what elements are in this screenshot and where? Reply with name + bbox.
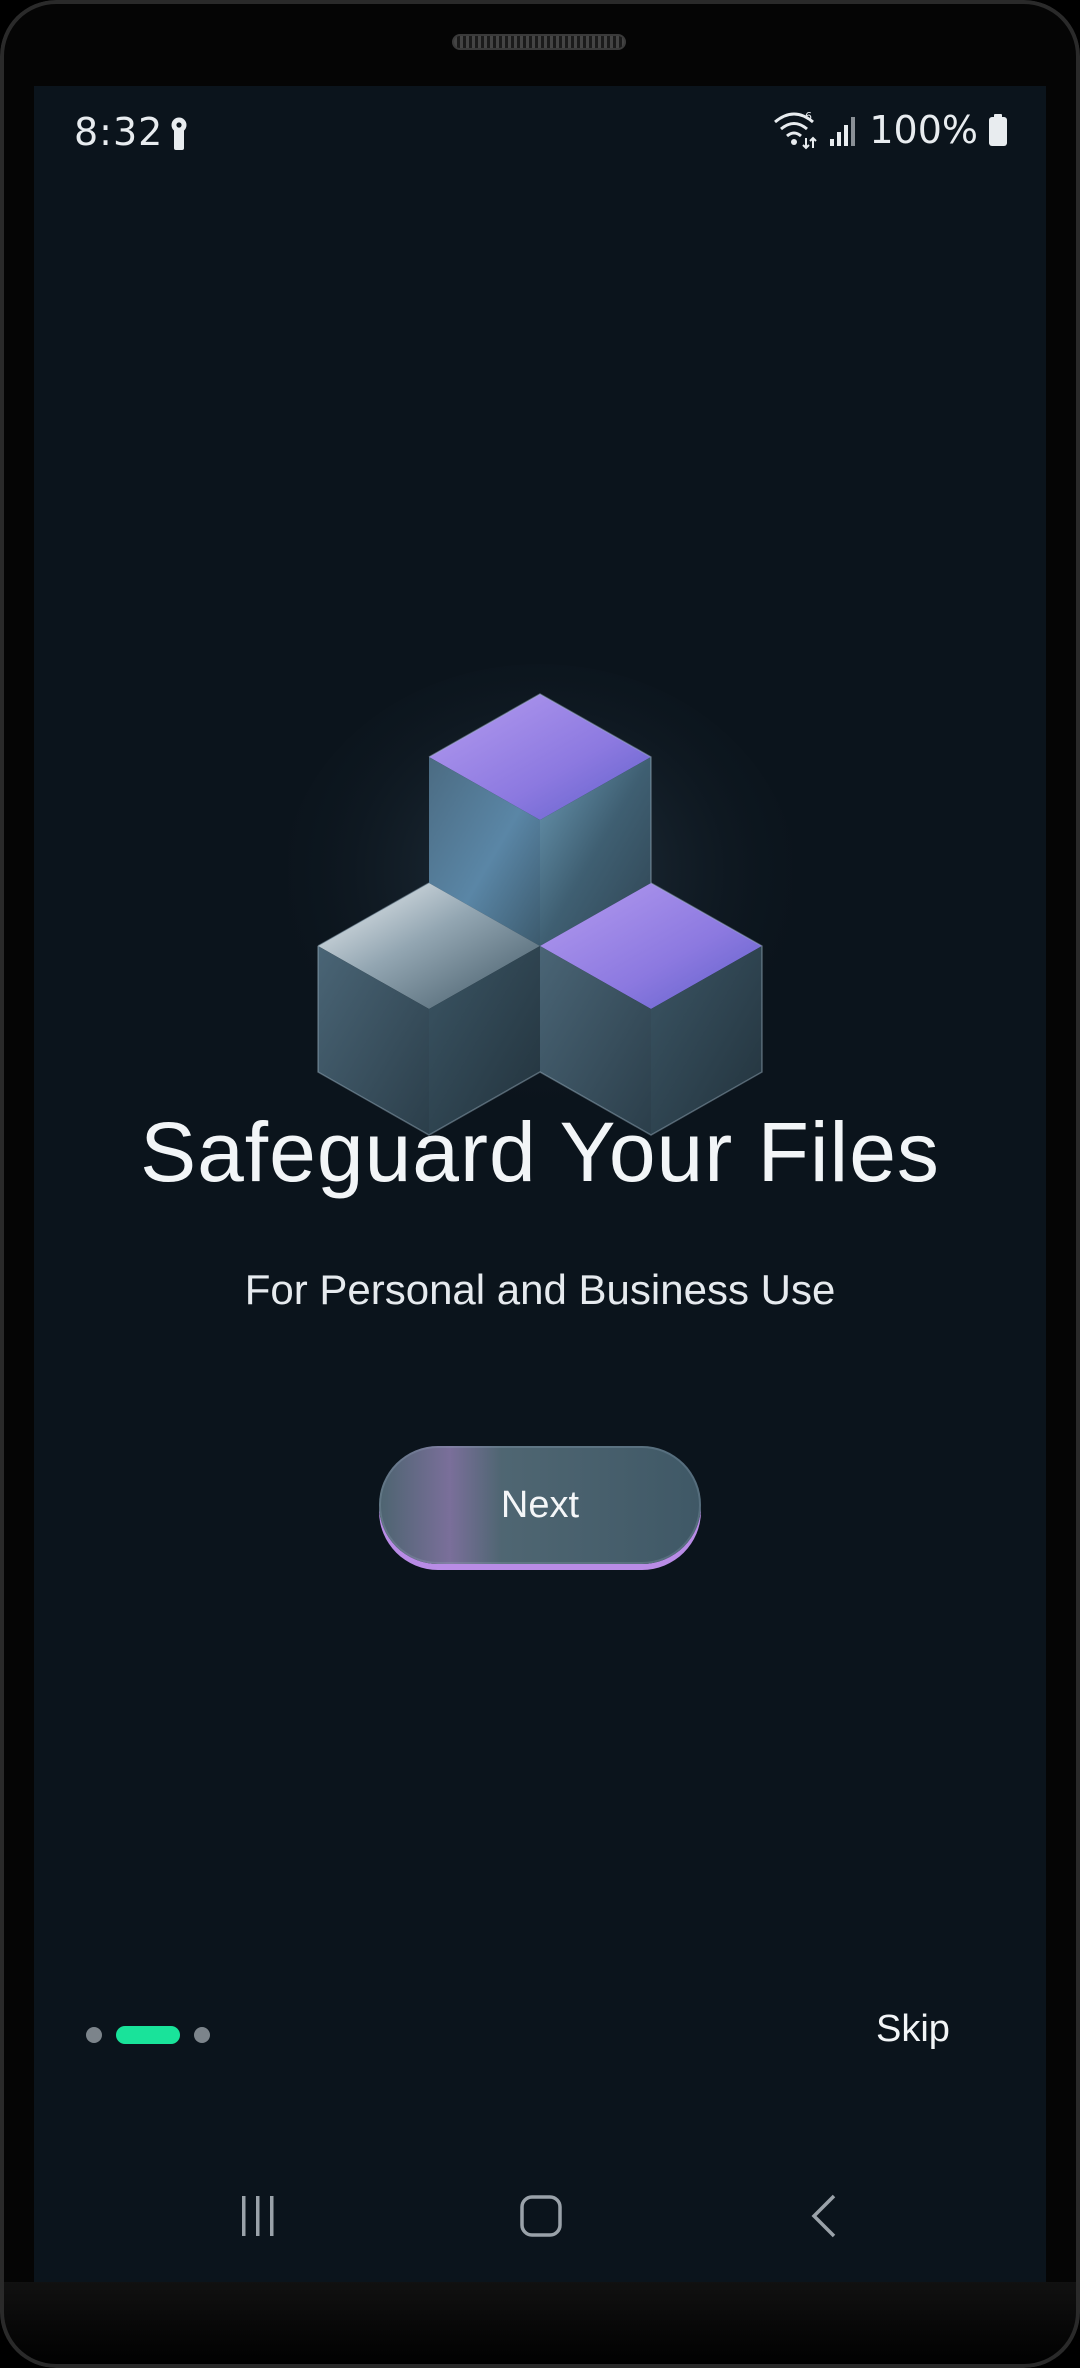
status-icons: 6 100% bbox=[773, 108, 1008, 152]
wifi-icon: 6 bbox=[774, 110, 818, 150]
svg-text:6: 6 bbox=[805, 110, 812, 123]
back-icon bbox=[811, 2194, 836, 2238]
key-icon bbox=[171, 117, 187, 150]
page-dot-3 bbox=[194, 2027, 210, 2043]
device-frame: 8:32 6 100% Safeguard Your Files For Per… bbox=[0, 0, 1080, 2368]
recent-apps-icon bbox=[242, 2196, 274, 2236]
battery-percent: 100% bbox=[869, 108, 978, 152]
signal-icon bbox=[830, 117, 856, 146]
page-dot-2-active bbox=[116, 2026, 180, 2044]
page-title: Safeguard Your Files bbox=[140, 1105, 940, 1199]
bottom-bezel bbox=[0, 2282, 1080, 2368]
next-button[interactable]: Next bbox=[379, 1446, 701, 1564]
page-subtitle: For Personal and Business Use bbox=[244, 1266, 836, 1313]
status-time: 8:32 bbox=[74, 110, 164, 154]
battery-icon bbox=[989, 114, 1007, 146]
skip-button[interactable]: Skip bbox=[876, 2008, 950, 2051]
earpiece-speaker bbox=[452, 34, 626, 50]
recent-apps-button[interactable] bbox=[228, 2186, 288, 2246]
next-button-label: Next bbox=[500, 1483, 580, 1526]
cubes-illustration bbox=[288, 664, 792, 1136]
home-button[interactable] bbox=[511, 2186, 571, 2246]
home-icon bbox=[520, 2195, 562, 2237]
page-indicator bbox=[86, 2026, 210, 2044]
screen: 8:32 6 100% Safeguard Your Files For Per… bbox=[34, 86, 1046, 2282]
page-dot-1 bbox=[86, 2027, 102, 2043]
back-button[interactable] bbox=[796, 2186, 856, 2246]
